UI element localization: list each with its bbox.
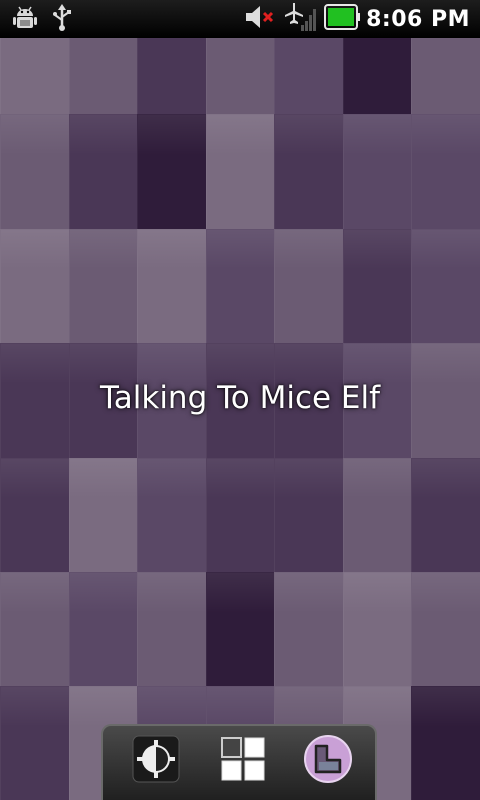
wallpaper-tile [137, 228, 207, 345]
wallpaper-tile [342, 228, 413, 345]
android-debug-icon [10, 2, 40, 36]
wallpaper-tile [274, 38, 344, 116]
wallpaper-tile [205, 228, 276, 345]
wallpaper-tile [68, 572, 139, 688]
app-grid-button[interactable] [218, 734, 268, 784]
wallpaper-title: Talking To Mice Elf [99, 380, 381, 416]
wallpaper-tile [137, 457, 207, 573]
wallpaper-tile [342, 457, 413, 573]
wallpaper [0, 38, 480, 800]
launcher-icon [304, 735, 352, 783]
launcher-dock [101, 724, 377, 800]
wallpaper-tile [342, 572, 413, 688]
wallpaper-tile [137, 38, 207, 116]
airplane-mode-icon [284, 1, 318, 37]
wallpaper-tile [0, 114, 70, 230]
wallpaper-tile [274, 572, 344, 688]
brightness-button[interactable] [131, 734, 181, 784]
wallpaper-tile [411, 686, 480, 800]
wallpaper-tile [137, 572, 207, 688]
wallpaper-tile [205, 38, 276, 116]
wallpaper-tile [205, 572, 276, 688]
wallpaper-tile [137, 114, 207, 230]
grid-icon [221, 737, 265, 781]
usb-icon [50, 2, 74, 36]
battery-icon [324, 2, 361, 36]
wallpaper-tile [274, 228, 344, 345]
wallpaper-tile [68, 38, 139, 116]
wallpaper-tile [68, 457, 139, 573]
wallpaper-tile [411, 457, 480, 573]
brightness-icon [132, 735, 180, 783]
status-bar: 8:06 PM [0, 0, 480, 38]
wallpaper-tile [0, 38, 70, 116]
status-time: 8:06 PM [366, 6, 470, 32]
volume-muted-icon [244, 2, 278, 36]
wallpaper-tile [342, 38, 413, 116]
wallpaper-tile [411, 38, 480, 116]
wallpaper-tile [0, 457, 70, 573]
wallpaper-tile [68, 114, 139, 230]
wallpaper-tile [274, 114, 344, 230]
wallpaper-tile [0, 572, 70, 688]
wallpaper-tile [411, 228, 480, 345]
wallpaper-tile [205, 114, 276, 230]
wallpaper-tile [0, 686, 70, 800]
wallpaper-tile [342, 114, 413, 230]
wallpaper-tile [411, 572, 480, 688]
wallpaper-tile [411, 114, 480, 230]
launcher-button[interactable] [303, 734, 353, 784]
wallpaper-tile [205, 457, 276, 573]
wallpaper-tile [68, 228, 139, 345]
wallpaper-tile [274, 457, 344, 573]
wallpaper-tile [0, 228, 70, 345]
